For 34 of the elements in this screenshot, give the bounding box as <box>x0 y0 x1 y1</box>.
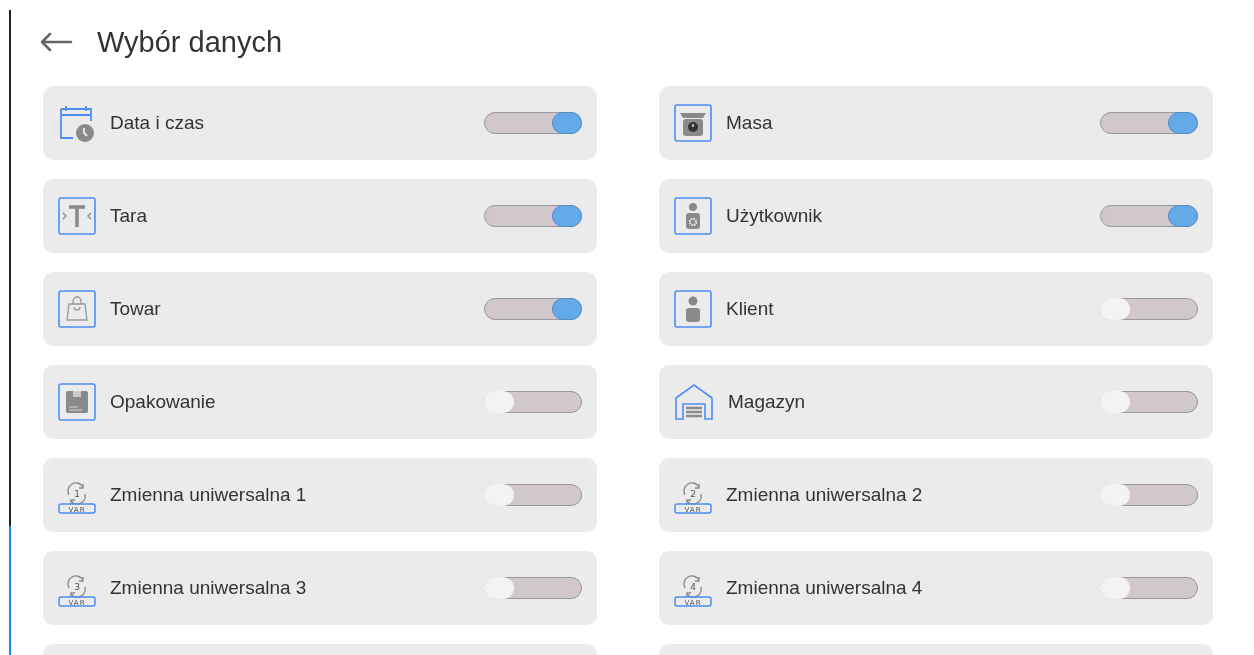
setting-label: Zmienna uniwersalna 4 <box>726 577 924 599</box>
shopping-bag-icon <box>58 290 96 328</box>
toggle-switch[interactable] <box>484 205 582 227</box>
toggle-switch[interactable] <box>484 577 582 599</box>
toggle-switch[interactable] <box>484 484 582 506</box>
setting-label: Zmienna uniwersalna 3 <box>110 577 308 599</box>
back-arrow-icon[interactable] <box>39 32 73 52</box>
setting-label: Magazyn <box>728 391 807 413</box>
toggle-switch[interactable] <box>1100 577 1198 599</box>
toggle-switch[interactable] <box>484 391 582 413</box>
setting-label: Towar <box>110 298 162 320</box>
setting-label: Zmienna uniwersalna 2 <box>726 484 924 506</box>
setting-label: Tara <box>110 205 148 227</box>
setting-label: Użytkownik <box>726 205 824 227</box>
user-gear-icon <box>674 197 712 235</box>
toggle-switch[interactable] <box>1100 298 1198 320</box>
page-title: Wybór danych <box>97 25 283 59</box>
toggle-switch[interactable] <box>484 112 582 134</box>
setting-label: Masa <box>726 112 774 134</box>
setting-label: Zmienna uniwersalna 1 <box>110 484 308 506</box>
toggle-switch[interactable] <box>1100 391 1198 413</box>
user-icon <box>674 290 712 328</box>
toggle-switch[interactable] <box>484 298 582 320</box>
setting-label: Klient <box>726 298 775 320</box>
toggle-switch[interactable] <box>1100 484 1198 506</box>
tare-icon <box>58 197 96 235</box>
setting-label: Opakowanie <box>110 391 217 413</box>
package-icon <box>58 383 96 421</box>
calendar-clock-icon <box>58 104 96 142</box>
scale-icon <box>674 104 712 142</box>
setting-label: Data i czas <box>110 112 205 134</box>
warehouse-icon <box>674 383 714 421</box>
toggle-switch[interactable] <box>1100 205 1198 227</box>
toggle-switch[interactable] <box>1100 112 1198 134</box>
